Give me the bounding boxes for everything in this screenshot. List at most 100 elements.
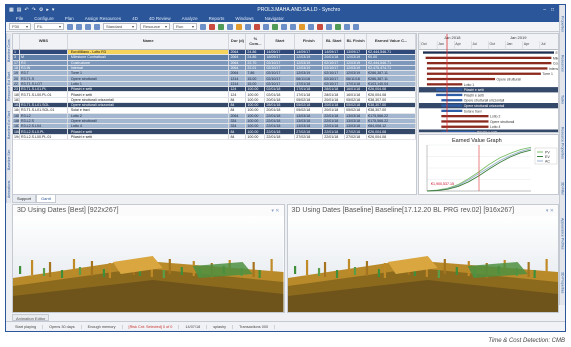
- toolbar-dropdown[interactable]: Resource ▾: [140, 23, 170, 30]
- gantt-bar[interactable]: [441, 120, 489, 123]
- toolbar-button-icon[interactable]: [272, 23, 278, 30]
- column-header[interactable]: [13, 34, 20, 49]
- dock-tab[interactable]: Appearance Profiles: [561, 218, 565, 250]
- quick-icon[interactable]: ↶: [24, 7, 28, 13]
- dock-tab[interactable]: Resource Properties: [561, 127, 565, 159]
- gantt-bar[interactable]: [425, 56, 552, 59]
- dock-tab[interactable]: Baseline Sim: [7, 150, 11, 170]
- grid-body[interactable]: 1 EuroMilano - Lotto R3 2064 24.86 14/09/17 1…: [13, 50, 416, 141]
- toolbar-button-icon[interactable]: [200, 23, 206, 30]
- dock-tab[interactable]: Properties: [561, 16, 565, 32]
- menu-item[interactable]: Configure: [34, 16, 54, 21]
- column-header[interactable]: Start: [265, 34, 296, 49]
- menu-item[interactable]: 4D: [132, 16, 138, 21]
- toolbar-button-icon[interactable]: [85, 23, 91, 30]
- 3d-view-panel[interactable]: 3D Using Dates [Best] [922x267] ▾ ✕: [12, 204, 285, 313]
- maximize-icon[interactable]: □: [551, 7, 554, 13]
- menu-item[interactable]: Analyze: [182, 16, 198, 21]
- menu-item[interactable]: Navigator: [265, 16, 284, 21]
- menu-item[interactable]: 4D Review: [149, 16, 171, 21]
- gantt-bar[interactable]: [423, 51, 554, 54]
- column-header[interactable]: Finish: [295, 34, 324, 49]
- grid-tab[interactable]: Support: [12, 195, 37, 203]
- toolbar-button-icon[interactable]: [236, 23, 242, 30]
- quick-icon[interactable]: ▤: [17, 7, 22, 13]
- left-dock-rail[interactable]: Animations Baseline Sim Baseline Ext Start…: [6, 33, 11, 203]
- toolbar-button-icon[interactable]: [326, 23, 332, 30]
- gantt-bar[interactable]: [441, 130, 476, 133]
- panel-pin-icon[interactable]: ▾ ✕: [271, 208, 279, 214]
- toolbar-button-icon[interactable]: [308, 23, 314, 30]
- column-header[interactable]: % Com...: [246, 34, 266, 49]
- 3d-viewport[interactable]: [287, 216, 558, 312]
- grid-tab[interactable]: Gantt: [36, 195, 56, 203]
- column-header[interactable]: Earned Value C...: [367, 34, 416, 49]
- gantt-bar[interactable]: [426, 62, 552, 65]
- dock-tab[interactable]: 3D Properties: [561, 272, 565, 293]
- toolbar-button-icon[interactable]: [317, 23, 323, 30]
- column-header[interactable]: WBS: [20, 34, 68, 49]
- toolbar-dropdown[interactable]: P30 ▾: [9, 23, 31, 30]
- toolbar-button-icon[interactable]: [245, 23, 251, 30]
- gantt-chart[interactable]: Jan 2018 Jan 2019 Oct Jan Apr Jul Oct Jan Apr Jul…: [418, 33, 559, 133]
- column-header[interactable]: Name: [68, 34, 230, 49]
- quick-icon[interactable]: ▾: [52, 7, 55, 13]
- panel-pin-icon[interactable]: ▾ ✕: [546, 208, 554, 214]
- menu-item[interactable]: Plan: [65, 16, 74, 21]
- toolbar-button-icon[interactable]: [344, 23, 350, 30]
- menu-item[interactable]: File: [16, 16, 23, 21]
- quick-icon[interactable]: ▸: [46, 7, 49, 13]
- gantt-bar[interactable]: [436, 93, 463, 97]
- column-header[interactable]: BL Finish: [345, 34, 368, 49]
- menu-item[interactable]: Windows: [235, 16, 253, 21]
- gantt-bar[interactable]: [426, 67, 548, 70]
- toolbar-button-icon[interactable]: [209, 23, 215, 30]
- dock-tab[interactable]: Animations: [7, 181, 11, 198]
- toolbar-button-icon[interactable]: [254, 23, 260, 30]
- column-header[interactable]: Dur (d): [229, 34, 247, 49]
- dock-tab[interactable]: Resource Ext Start: [7, 72, 11, 101]
- 3d-viewport[interactable]: [13, 216, 284, 312]
- 3d-view-panel[interactable]: 3D Using Dates [Baseline] Baseline[17.12…: [286, 204, 559, 313]
- column-header[interactable]: BL Start: [323, 34, 346, 49]
- toolbar-button-icon[interactable]: [290, 23, 296, 30]
- toolbar-dropdown[interactable]: Run ▾: [173, 23, 197, 30]
- quick-access-toolbar[interactable]: ▦ ▤ ↶ ↷ ⚙ ▸ ▾: [9, 7, 54, 13]
- gantt-bar[interactable]: [436, 88, 463, 91]
- toolbar-button-icon[interactable]: [227, 23, 233, 30]
- gantt-bar[interactable]: [426, 72, 541, 75]
- table-row[interactable]: 194 R3.L2.S.L00.PL.01 Pilastri e setti 84 10…: [13, 134, 416, 141]
- dock-tab[interactable]: Baseline Ext Start: [7, 112, 11, 140]
- gantt-bar[interactable]: [441, 104, 463, 107]
- toolbar-button-icon[interactable]: [335, 23, 341, 30]
- minimize-icon[interactable]: –: [543, 7, 546, 13]
- toolbar-button-icon[interactable]: [76, 23, 82, 30]
- gantt-bar[interactable]: [441, 109, 463, 112]
- gantt-bar[interactable]: [441, 125, 489, 128]
- toolbar-button-icon[interactable]: [299, 23, 305, 30]
- task-grid[interactable]: WBS Name Dur (d)% Com... Start Finish BL Star…: [12, 33, 417, 195]
- animation-editor-tab[interactable]: Animation Editor: [12, 314, 50, 321]
- toolbar-button-icon[interactable]: [353, 23, 359, 30]
- toolbar-button-icon[interactable]: [263, 23, 269, 30]
- menu-item[interactable]: Assign Resources: [85, 16, 121, 21]
- gantt-bar[interactable]: [426, 77, 496, 81]
- toolbar-button-icon[interactable]: [281, 23, 287, 30]
- gantt-bar[interactable]: [426, 83, 463, 86]
- menu-item[interactable]: Reports: [209, 16, 225, 21]
- toolbar-button-icon[interactable]: [94, 23, 100, 30]
- dock-tab[interactable]: Resources: [561, 55, 565, 72]
- toolbar-dropdown[interactable]: FIL ▾: [34, 23, 64, 30]
- quick-icon[interactable]: ↷: [32, 7, 36, 13]
- toolbar-button-icon[interactable]: [218, 23, 224, 30]
- dock-tab[interactable]: Tasks: [561, 95, 565, 104]
- quick-icon[interactable]: ⚙: [39, 7, 43, 13]
- toolbar-button-icon[interactable]: [67, 23, 73, 30]
- gantt-bars[interactable]: EuroMilano - Lotto R3Milestone Contrattu…: [419, 50, 559, 133]
- gantt-bar[interactable]: [441, 99, 463, 102]
- toolbar-dropdown[interactable]: Standard ▾: [103, 23, 137, 30]
- dock-tab[interactable]: 3D Filter: [561, 182, 565, 195]
- quick-icon[interactable]: ▦: [9, 7, 14, 13]
- right-dock-rail[interactable]: Properties Resources Tasks Resource Propert…: [559, 5, 565, 305]
- dock-tab[interactable]: Baseline Cons.: [7, 38, 11, 62]
